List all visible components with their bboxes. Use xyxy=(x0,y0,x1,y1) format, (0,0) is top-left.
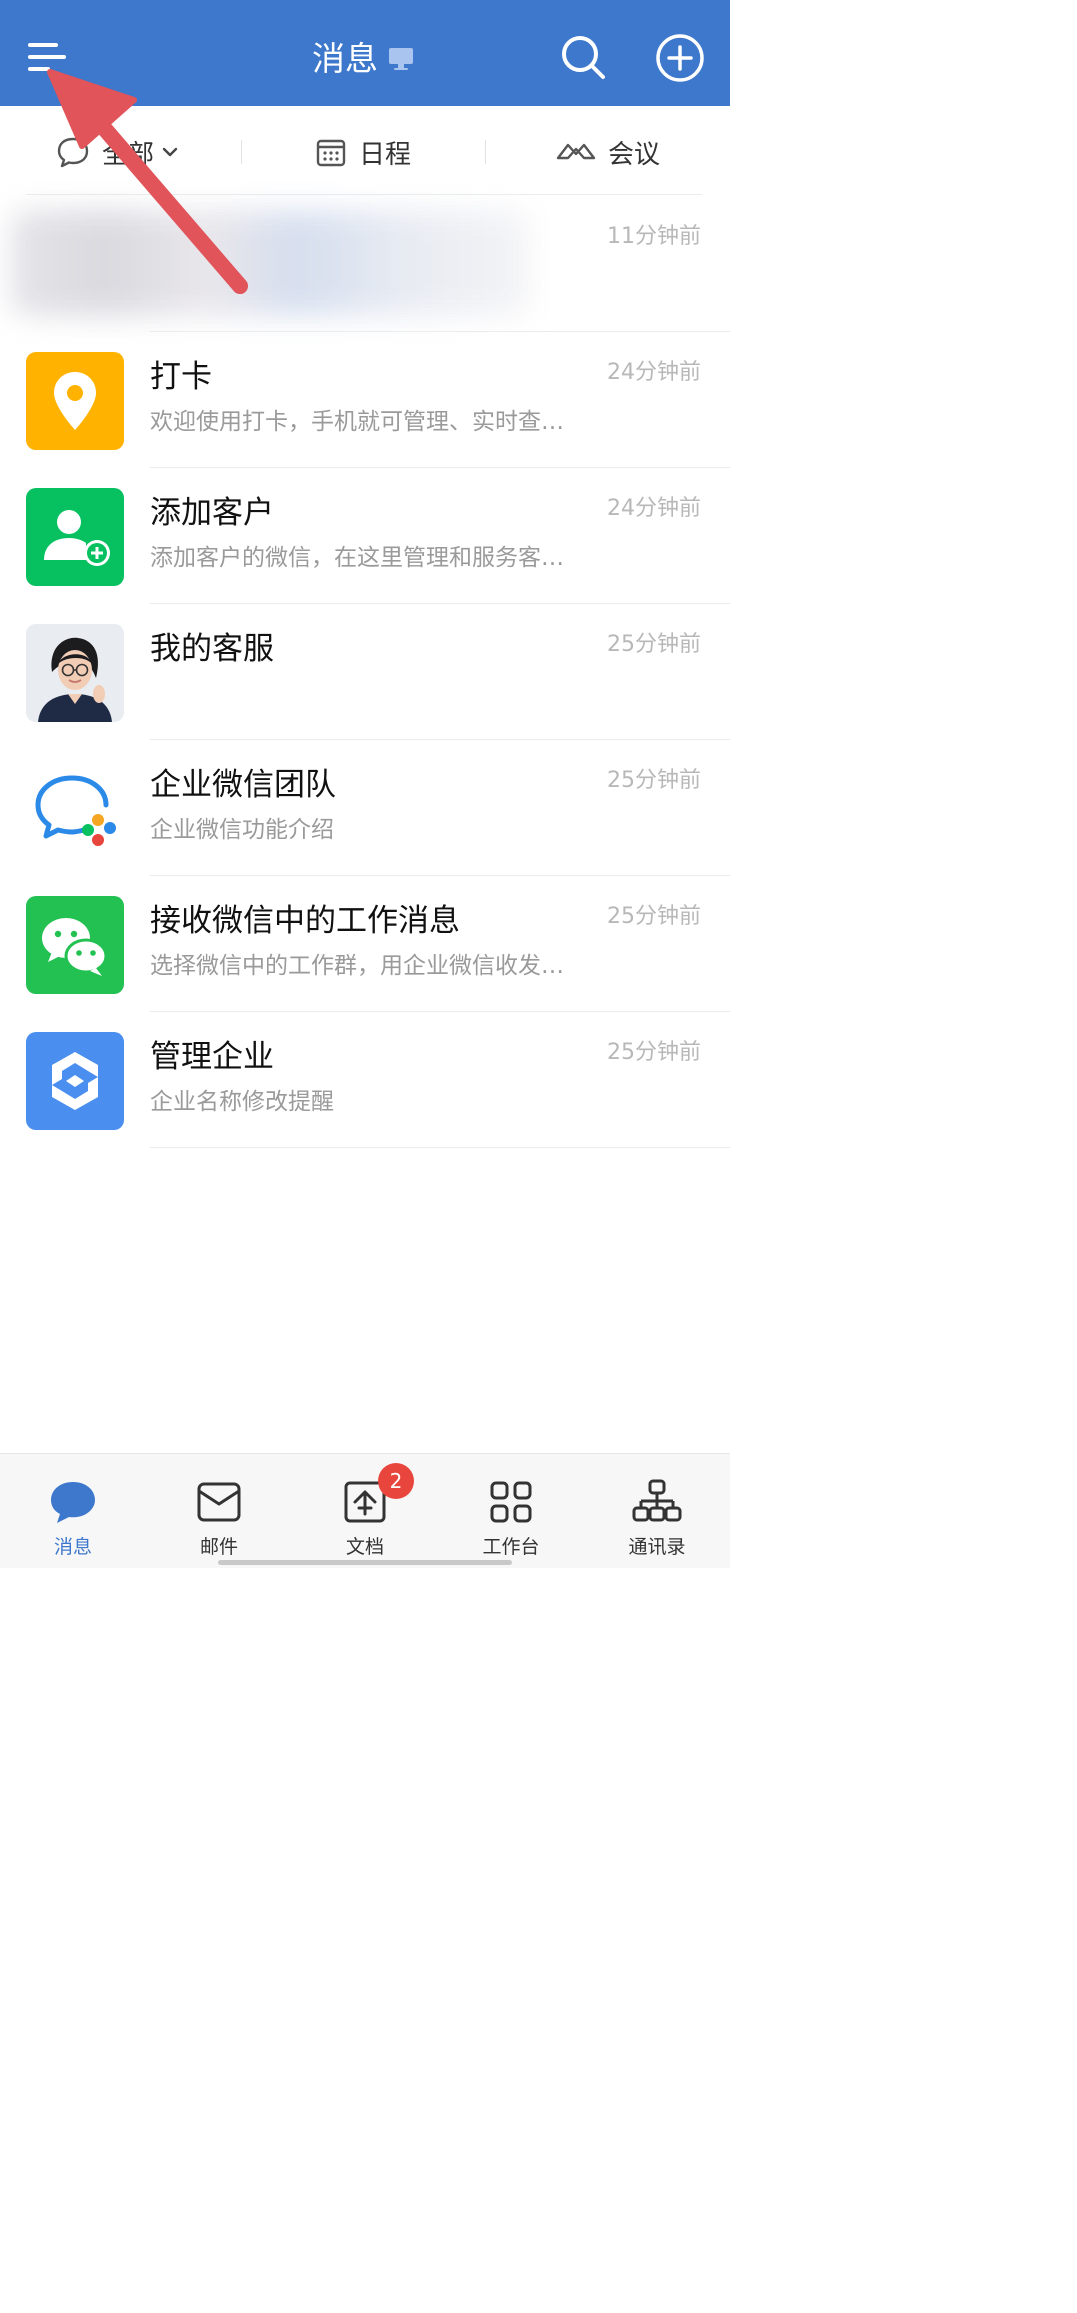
message-preview: 欢迎使用打卡，手机就可管理、实时查… xyxy=(150,409,564,435)
filter-divider xyxy=(485,140,486,164)
location-pin-icon xyxy=(54,372,96,430)
message-time: 25分钟前 xyxy=(607,1040,701,1065)
message-title: 接收微信中的工作消息 xyxy=(150,903,460,939)
home-indicator xyxy=(218,1560,512,1565)
message-title: 添加客户 xyxy=(150,495,274,531)
header-bar: 消息 xyxy=(0,0,730,106)
tab-docs[interactable]: 文档 xyxy=(292,1454,438,1568)
tab-label: 消息 xyxy=(53,1536,92,1558)
menu-icon[interactable] xyxy=(24,34,70,80)
filter-meeting-label: 会议 xyxy=(608,139,661,170)
message-divider xyxy=(150,1147,730,1148)
docs-unread-badge: 2 xyxy=(378,1463,414,1499)
tab-label: 工作台 xyxy=(482,1536,540,1558)
message-time: 25分钟前 xyxy=(607,904,701,929)
message-preview: 选择微信中的工作群，用企业微信收发… xyxy=(150,953,564,979)
wecom-team-avatar xyxy=(26,760,124,858)
message-item-add-customer[interactable]: 添加客户 添加客户的微信，在这里管理和服务客… 24分钟前 xyxy=(0,468,730,604)
message-item-checkin[interactable]: 打卡 欢迎使用打卡，手机就可管理、实时查… 24分钟前 xyxy=(0,332,730,468)
filter-divider-line xyxy=(26,194,702,195)
message-title: 我的客服 xyxy=(150,631,274,667)
bottom-tab-bar: 消息 邮件 文档 工作台 通讯录 xyxy=(0,1453,730,1568)
desktop-monitor-icon xyxy=(389,48,413,70)
tab-label: 通讯录 xyxy=(628,1536,686,1558)
add-customer-avatar xyxy=(26,488,124,586)
tab-label: 邮件 xyxy=(199,1536,238,1558)
tab-mail[interactable]: 邮件 xyxy=(146,1454,292,1568)
message-item-blurred[interactable]: 11分钟前 xyxy=(0,196,730,332)
message-title: 企业微信团队 xyxy=(150,767,336,803)
filter-bar: 全部 日程 会议 xyxy=(0,106,730,196)
message-title: 打卡 xyxy=(150,359,212,395)
message-time: 24分钟前 xyxy=(607,496,701,521)
mail-icon xyxy=(197,1482,241,1522)
manage-enterprise-avatar xyxy=(26,1032,124,1130)
message-title: 管理企业 xyxy=(150,1039,274,1075)
message-time: 25分钟前 xyxy=(607,632,701,657)
add-contact-icon xyxy=(44,510,110,566)
page-title: 消息 xyxy=(312,39,378,78)
calendar-icon xyxy=(316,139,346,167)
message-item-wecom-team[interactable]: 企业微信团队 企业微信功能介绍 25分钟前 xyxy=(0,740,730,876)
enterprise-manage-icon xyxy=(52,1052,98,1110)
grid-icon xyxy=(490,1481,532,1523)
message-preview: 企业名称修改提醒 xyxy=(150,1089,334,1115)
add-icon[interactable] xyxy=(654,32,706,84)
message-time: 24分钟前 xyxy=(607,360,701,385)
meeting-icon xyxy=(556,143,596,160)
tab-label: 文档 xyxy=(345,1536,384,1558)
message-item-customer-service[interactable]: 我的客服 25分钟前 xyxy=(0,604,730,740)
tab-workbench[interactable]: 工作台 xyxy=(438,1454,584,1568)
filter-all[interactable]: 全部 xyxy=(56,132,180,172)
message-item-manage-enterprise[interactable]: 管理企业 企业名称修改提醒 25分钟前 xyxy=(0,1012,730,1148)
org-chart-icon xyxy=(632,1479,682,1522)
filter-schedule[interactable]: 日程 xyxy=(315,132,411,172)
message-item-receive-wechat[interactable]: 接收微信中的工作消息 选择微信中的工作群，用企业微信收发… 25分钟前 xyxy=(0,876,730,1012)
message-preview: 添加客户的微信，在这里管理和服务客… xyxy=(150,545,564,571)
tab-contacts[interactable]: 通讯录 xyxy=(584,1454,730,1568)
person-photo-icon xyxy=(26,624,124,722)
checkin-avatar xyxy=(26,352,124,450)
message-time: 25分钟前 xyxy=(607,768,701,793)
wechat-logo-icon xyxy=(42,918,108,976)
filter-schedule-label: 日程 xyxy=(359,139,412,170)
filter-meeting[interactable]: 会议 xyxy=(556,132,660,172)
wecom-logo-icon xyxy=(35,775,116,846)
filter-all-label: 全部 xyxy=(102,139,155,170)
search-icon[interactable] xyxy=(558,32,608,82)
blurred-content xyxy=(10,210,530,316)
receive-wechat-avatar xyxy=(26,896,124,994)
chat-bubble-outline-icon xyxy=(57,137,89,168)
chat-bubble-icon xyxy=(51,1482,95,1523)
filter-divider xyxy=(241,140,242,164)
customer-service-avatar xyxy=(26,624,124,722)
message-time: 11分钟前 xyxy=(607,224,701,249)
chevron-down-icon xyxy=(162,147,178,157)
tab-messages[interactable]: 消息 xyxy=(0,1454,146,1568)
page: 消息 全部 日程 会议 11分钟前 打卡 欢迎使用打卡，手机就可管理、实时查… … xyxy=(0,0,730,1568)
message-preview: 企业微信功能介绍 xyxy=(150,817,334,843)
